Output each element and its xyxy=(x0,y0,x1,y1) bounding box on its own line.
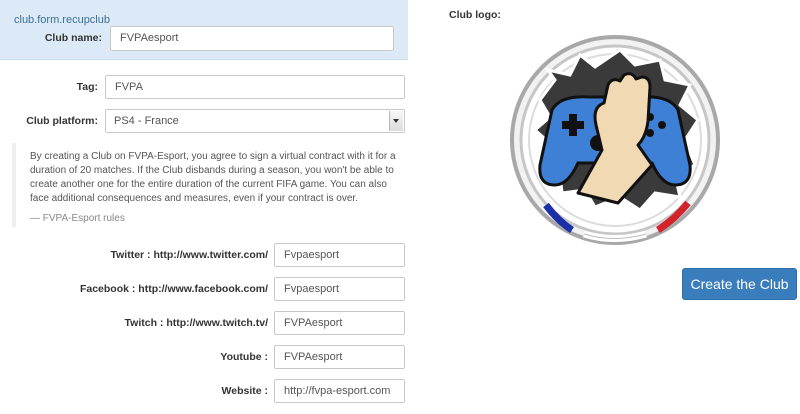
facebook-input[interactable]: Fvpaesport xyxy=(274,277,405,301)
website-label: Website : xyxy=(221,385,268,397)
contract-notice-text: By creating a Club on FVPA-Esport, you a… xyxy=(30,151,396,204)
club-logo-icon xyxy=(500,25,730,250)
tag-label: Tag: xyxy=(76,81,98,93)
chevron-down-icon[interactable] xyxy=(389,111,403,131)
twitch-input[interactable]: FVPAesport xyxy=(274,311,405,335)
youtube-input[interactable]: FVPAesport xyxy=(274,345,405,369)
twitter-label: Twitter : http://www.twitter.com/ xyxy=(110,249,269,261)
recup-club-title: club.form.recupclub xyxy=(14,14,110,26)
club-logo-label: Club logo: xyxy=(449,9,501,21)
twitter-input[interactable]: Fvpaesport xyxy=(274,243,405,267)
club-name-label: Club name: xyxy=(44,32,102,44)
create-club-button[interactable]: Create the Club xyxy=(682,268,797,300)
facebook-label: Facebook : http://www.facebook.com/ xyxy=(79,283,268,295)
club-platform-value: PS4 - France xyxy=(114,115,179,127)
contract-notice-footer: — FVPA-Esport rules xyxy=(30,213,125,224)
recup-club-panel: club.form.recupclub Club name: FVPAespor… xyxy=(0,0,408,60)
contract-notice: By creating a Club on FVPA-Esport, you a… xyxy=(12,143,406,227)
twitch-label: Twitch : http://www.twitch.tv/ xyxy=(124,317,268,329)
club-platform-select[interactable]: PS4 - France xyxy=(105,109,405,133)
club-name-input[interactable]: FVPAesport xyxy=(110,26,394,51)
tag-input[interactable]: FVPA xyxy=(105,75,405,99)
club-platform-label: Club platform: xyxy=(26,115,98,127)
youtube-label: Youtube : xyxy=(220,351,268,363)
website-input[interactable]: http://fvpa-esport.com xyxy=(274,379,405,403)
